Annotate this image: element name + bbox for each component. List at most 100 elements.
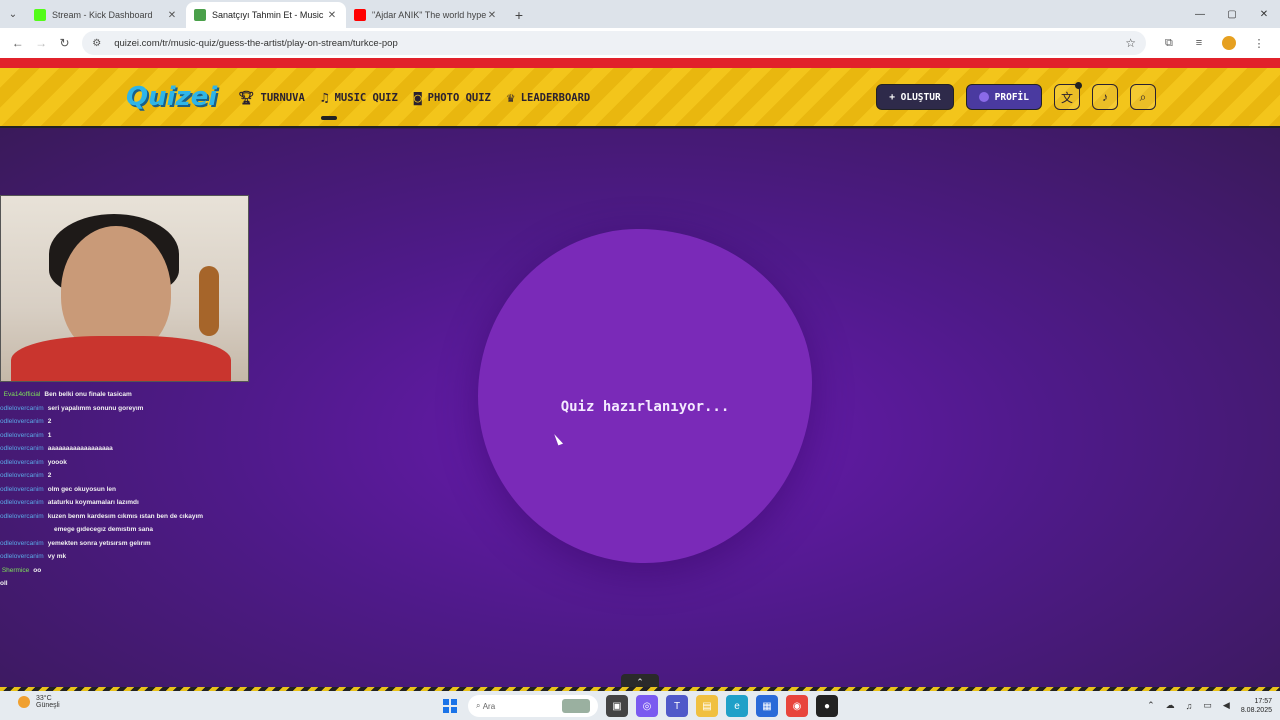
chat-line: odlelovercanim yoook xyxy=(0,458,67,466)
loading-text: Quiz hazırlanıyor... xyxy=(560,399,730,415)
chat-line: odlelovercanim 2 xyxy=(0,472,52,479)
window-controls: — ▢ ✕ xyxy=(1184,0,1280,28)
taskbar-apps: ⌕ Ara ▣ ◎ T ▤ e ▦ ◉ ● xyxy=(440,694,838,718)
chat-line: odlelovercanim yemekten sonra yetısırsm g… xyxy=(0,539,151,547)
tab-search-button[interactable]: ⌄ xyxy=(0,0,26,28)
weather-temp: 33°C xyxy=(36,695,52,702)
webcam-overlay xyxy=(0,195,249,382)
guitar-icon xyxy=(199,266,219,336)
sun-icon xyxy=(18,696,30,708)
edge-icon[interactable]: e xyxy=(726,695,748,717)
chat-line: odlelovercanim seri yapalımm sonunu gorey… xyxy=(0,404,144,412)
app-icon[interactable]: ● xyxy=(816,695,838,717)
search-icon: ⌕ xyxy=(476,701,483,710)
extensions-icon[interactable]: ⧉ xyxy=(1154,31,1184,55)
music-note-icon: ♫ xyxy=(320,90,329,106)
media-controls-icon[interactable]: ≡ xyxy=(1184,31,1214,55)
youtube-favicon-icon xyxy=(354,9,366,21)
chat-line: odlelovercanim vy mk xyxy=(0,553,67,560)
close-tab-icon[interactable]: ✕ xyxy=(486,10,498,21)
browser-tab-active[interactable]: Sanatçıyı Tahmin Et - Music Qu ✕ xyxy=(186,2,346,28)
kick-favicon-icon xyxy=(34,9,46,21)
search-icon: ⌕ xyxy=(1139,89,1147,104)
os-taskbar: 33°C Güneşli ⌕ Ara ▣ ◎ T ▤ e ▦ ◉ ● ⌃ ☁ ♫… xyxy=(0,691,1280,720)
nav-item-music-quiz[interactable]: ♫ MUSIC QUIZ xyxy=(320,90,398,120)
webcam-shirt xyxy=(11,336,231,381)
search-button[interactable]: ⌕ xyxy=(1130,84,1156,110)
taskbar-search[interactable]: ⌕ Ara xyxy=(468,695,598,717)
camera-icon: ◙ xyxy=(413,90,422,106)
close-tab-icon[interactable]: ✕ xyxy=(326,10,338,21)
microphone-icon[interactable]: ♫ xyxy=(1186,701,1193,711)
cloud-icon[interactable]: ☁ xyxy=(1166,700,1175,711)
system-tray: ⌃ ☁ ♫ ▭ ◀ 17:57 8.08.2025 xyxy=(1147,691,1280,720)
chat-line: odlelovercanim 2 xyxy=(0,418,52,425)
bell-icon: ♪ xyxy=(1102,90,1108,104)
close-window-icon[interactable]: ✕ xyxy=(1248,0,1280,28)
profile-label: PROFİL xyxy=(994,91,1029,103)
language-button[interactable]: 文 xyxy=(1054,82,1082,110)
clock-time: 17:57 xyxy=(1254,697,1272,705)
weather-desc: Güneşli xyxy=(36,702,60,709)
chrome-icon[interactable]: ◉ xyxy=(786,695,808,717)
site-nav-actions: + OLUŞTUR PROFİL 文 ♪ ⌕ xyxy=(876,82,1156,110)
maximize-icon[interactable]: ▢ xyxy=(1216,0,1248,28)
browser-tab[interactable]: Stream - Kick Dashboard ✕ xyxy=(26,2,186,28)
copilot-icon[interactable]: ◎ xyxy=(636,695,658,717)
clock-date: 8.08.2025 xyxy=(1240,706,1272,714)
profile-avatar[interactable] xyxy=(1214,31,1244,55)
menu-kebab-icon[interactable]: ⋮ xyxy=(1244,31,1274,55)
chevron-up-icon: ⌃ xyxy=(636,676,644,687)
stream-chat-overlay: Eva14official Ben belki onu finale tasica… xyxy=(0,388,250,591)
network-icon[interactable]: ▭ xyxy=(1203,700,1212,711)
loading-blob xyxy=(478,229,812,563)
tab-title: Sanatçıyı Tahmin Et - Music Qu xyxy=(212,10,326,20)
bookmark-star-icon[interactable]: ☆ xyxy=(1125,36,1136,50)
chat-line: odlelovercanim 1 xyxy=(0,431,52,439)
nav-item-turnuva[interactable]: 🏆︎ TURNUVA xyxy=(238,91,305,106)
chat-line: Shermice oo xyxy=(1,566,42,574)
task-view-icon[interactable]: ▣ xyxy=(606,695,628,717)
create-button[interactable]: + OLUŞTUR xyxy=(876,84,954,110)
teams-icon[interactable]: T xyxy=(666,695,688,717)
chat-line: Eva14official Ben belki onu finale tasica… xyxy=(3,391,132,398)
browser-tab[interactable]: "Ajdar ANIK" The world hyper ✕ xyxy=(346,2,506,28)
award-icon: ♛ xyxy=(506,90,515,106)
windows-start-icon[interactable] xyxy=(440,696,460,716)
site-logo[interactable]: Quizei xyxy=(126,82,217,112)
store-icon[interactable]: ▦ xyxy=(756,695,778,717)
nav-item-leaderboard[interactable]: ♛ LEADERBOARD xyxy=(507,91,590,106)
back-icon[interactable]: ← xyxy=(6,31,29,55)
forward-icon[interactable]: → xyxy=(29,31,52,55)
notifications-button[interactable]: ♪ xyxy=(1092,84,1118,110)
tab-title: "Ajdar ANIK" The world hyper xyxy=(372,10,486,20)
site-info-icon[interactable]: ⚙ xyxy=(92,38,106,49)
taskbar-search-placeholder: Ara xyxy=(482,701,496,711)
nav-item-photo-quiz[interactable]: ◙ PHOTO QUIZ xyxy=(414,91,491,106)
nav-item-label: PHOTO QUIZ xyxy=(427,92,491,104)
chat-line: odlelovercanim ataturku koymamaları lazım… xyxy=(0,499,139,506)
trophy-icon: 🏆︎ xyxy=(238,90,255,106)
chevron-up-icon[interactable]: ⌃ xyxy=(1147,700,1155,711)
browser-tab-bar: ⌄ Stream - Kick Dashboard ✕ Sanatçıyı Ta… xyxy=(0,0,1280,28)
profile-button[interactable]: PROFİL xyxy=(965,84,1042,110)
chat-line-continuation: emege gıdecegız demıstım sana xyxy=(54,526,153,533)
weather-widget[interactable]: 33°C Güneşli xyxy=(18,695,60,709)
profile-avatar-icon xyxy=(978,92,989,102)
minimize-icon[interactable]: — xyxy=(1184,0,1216,28)
nav-item-label: TURNUVA xyxy=(260,92,305,104)
volume-icon[interactable]: ◀ xyxy=(1223,700,1230,711)
toolbar-right: ⧉ ≡ ⋮ xyxy=(1154,31,1274,55)
nav-item-label: LEADERBOARD xyxy=(520,92,591,104)
file-explorer-icon[interactable]: ▤ xyxy=(696,695,718,717)
site-navbar: Quizei 🏆︎ TURNUVA ♫ MUSIC QUIZ ◙ PHOTO Q… xyxy=(0,68,1280,128)
quizei-favicon-icon xyxy=(194,9,206,21)
site-nav-menu: 🏆︎ TURNUVA ♫ MUSIC QUIZ ◙ PHOTO QUIZ ♛ L… xyxy=(238,68,606,128)
reload-icon[interactable]: ↻ xyxy=(53,31,76,55)
address-bar[interactable]: ⚙ quizei.com/tr/music-quiz/guess-the-art… xyxy=(82,31,1146,55)
clock[interactable]: 17:57 8.08.2025 xyxy=(1241,697,1272,715)
chat-line: oll xyxy=(0,580,8,587)
new-tab-button[interactable]: + xyxy=(506,2,532,28)
chat-line: odlelovercanim olm gec okuyosun len xyxy=(0,485,116,493)
close-tab-icon[interactable]: ✕ xyxy=(166,10,178,21)
